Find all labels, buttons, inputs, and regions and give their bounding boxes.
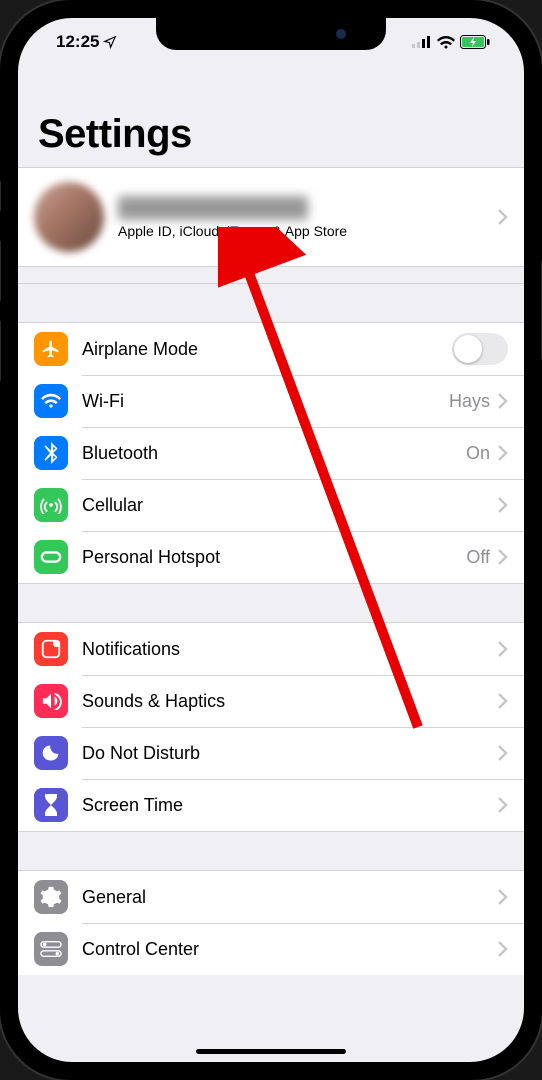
wifi-row[interactable]: Wi-Fi Hays (18, 375, 524, 427)
wifi-value: Hays (449, 391, 490, 412)
avatar (34, 182, 104, 252)
wifi-settings-icon (34, 384, 68, 418)
chevron-right-icon (498, 797, 508, 813)
chevron-right-icon (498, 693, 508, 709)
sounds-icon (34, 684, 68, 718)
cellular-row[interactable]: Cellular (18, 479, 524, 531)
home-indicator[interactable] (196, 1049, 346, 1054)
cellular-settings-icon (34, 488, 68, 522)
chevron-right-icon (498, 641, 508, 657)
cellular-label: Cellular (82, 495, 498, 516)
airplane-icon (34, 332, 68, 366)
notifications-label: Notifications (82, 639, 498, 660)
profile-row[interactable]: Apple ID, iCloud, iTunes & App Store (18, 168, 524, 266)
chevron-right-icon (498, 549, 508, 565)
hotspot-value: Off (466, 547, 490, 568)
chevron-right-icon (498, 941, 508, 957)
chevron-right-icon (498, 445, 508, 461)
location-icon (103, 35, 117, 49)
dnd-label: Do Not Disturb (82, 743, 498, 764)
bluetooth-row[interactable]: Bluetooth On (18, 427, 524, 479)
chevron-right-icon (498, 889, 508, 905)
sounds-label: Sounds & Haptics (82, 691, 498, 712)
airplane-label: Airplane Mode (82, 339, 452, 360)
chevron-right-icon (498, 209, 508, 225)
battery-icon (460, 35, 490, 49)
hotspot-icon (34, 540, 68, 574)
status-time: 12:25 (56, 32, 99, 52)
profile-name (118, 196, 308, 220)
wifi-label: Wi-Fi (82, 391, 449, 412)
sounds-row[interactable]: Sounds & Haptics (18, 675, 524, 727)
gear-icon (34, 880, 68, 914)
notifications-row[interactable]: Notifications (18, 623, 524, 675)
bluetooth-label: Bluetooth (82, 443, 466, 464)
profile-subtitle: Apple ID, iCloud, iTunes & App Store (118, 223, 498, 239)
dnd-row[interactable]: Do Not Disturb (18, 727, 524, 779)
chevron-right-icon (498, 497, 508, 513)
hotspot-label: Personal Hotspot (82, 547, 466, 568)
moon-icon (34, 736, 68, 770)
airplane-toggle[interactable] (452, 333, 508, 365)
airplane-mode-row[interactable]: Airplane Mode (18, 323, 524, 375)
toggles-icon (34, 932, 68, 966)
bluetooth-value: On (466, 443, 490, 464)
cellular-icon (412, 36, 432, 48)
chevron-right-icon (498, 745, 508, 761)
page-title: Settings (38, 112, 504, 157)
hourglass-icon (34, 788, 68, 822)
general-label: General (82, 887, 498, 908)
control-center-label: Control Center (82, 939, 498, 960)
wifi-icon (437, 36, 455, 49)
general-row[interactable]: General (18, 871, 524, 923)
bluetooth-icon (34, 436, 68, 470)
notifications-icon (34, 632, 68, 666)
page-header: Settings (18, 66, 524, 167)
chevron-right-icon (498, 393, 508, 409)
screentime-label: Screen Time (82, 795, 498, 816)
screentime-row[interactable]: Screen Time (18, 779, 524, 831)
control-center-row[interactable]: Control Center (18, 923, 524, 975)
hotspot-row[interactable]: Personal Hotspot Off (18, 531, 524, 583)
